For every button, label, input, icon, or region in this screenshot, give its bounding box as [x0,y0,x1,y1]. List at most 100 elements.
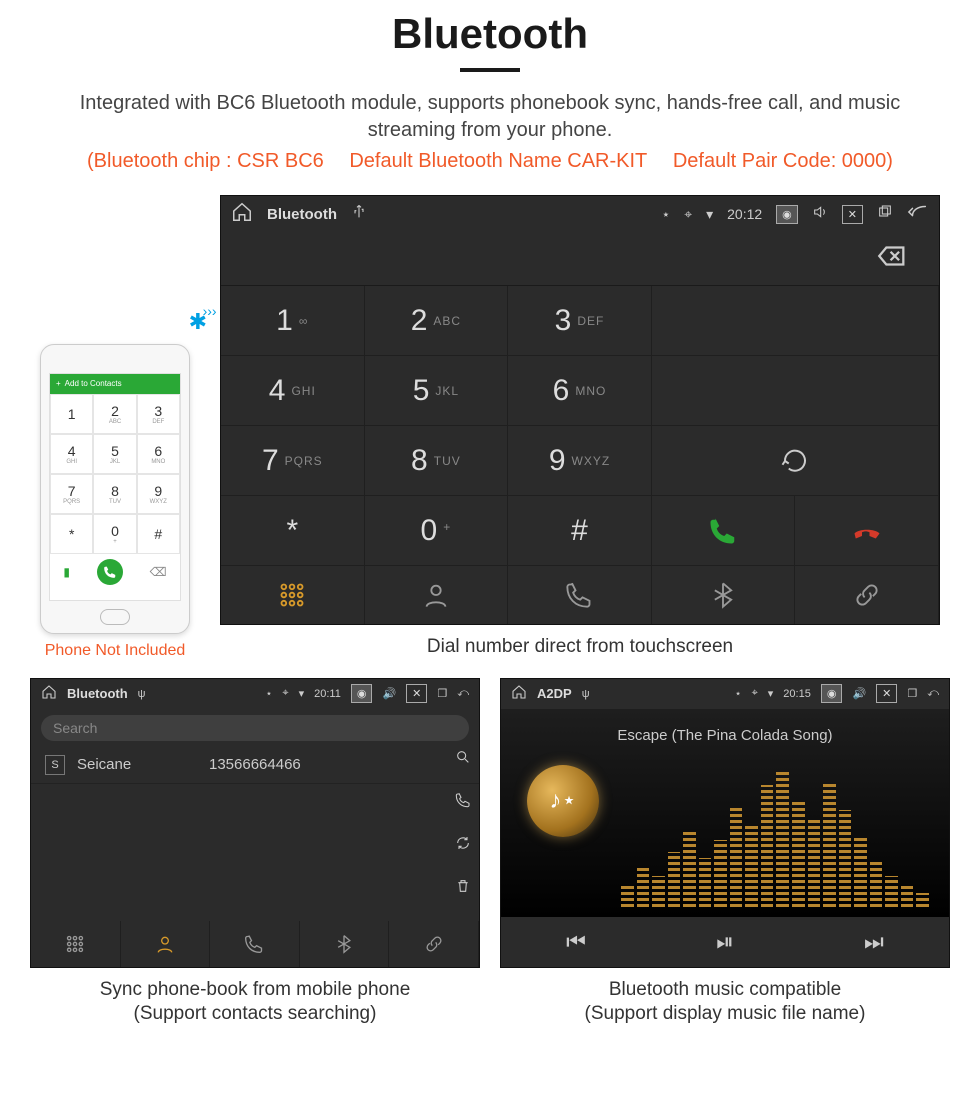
back-icon[interactable]: ⤺ [457,687,469,700]
side-call-icon[interactable] [455,792,471,813]
close-app-icon[interactable]: ✕ [406,684,427,703]
dial-display [221,232,939,286]
back-icon[interactable]: ⤺ [927,687,939,700]
nav-history[interactable] [210,921,300,967]
prev-button[interactable]: ⏮ [566,929,586,955]
spec-name: Default Bluetooth Name CAR-KIT [349,150,647,172]
dialer-statusbar: Bluetooth ⋆ ⌖ ▾ 20:12 ◉ ✕ [221,196,939,232]
nav-pair[interactable] [795,566,939,624]
intro-text: Integrated with BC6 Bluetooth module, su… [0,90,980,144]
phone-key-#[interactable]: # [137,514,180,554]
nav-bluetooth[interactable] [652,566,796,624]
home-icon[interactable] [511,684,527,703]
camera-icon[interactable]: ◉ [776,205,798,224]
bluetooth-decor-icon: ✱››› [189,309,207,335]
close-app-icon[interactable]: ✕ [876,684,897,703]
music-device: A2DP ψ ⋆ ⌖ ▾ 20:15 ◉ 🔊 ✕ ❐ ⤺ Escape (The… [500,678,950,968]
dialer-caption: Dial number direct from touchscreen [220,635,940,660]
camera-icon[interactable]: ◉ [351,684,373,703]
recent-apps-icon[interactable] [877,204,893,224]
phone-home-button [100,609,130,625]
album-art-icon: ♪⋆ [527,765,599,837]
key-star[interactable]: * [221,496,365,566]
key-5[interactable]: 5JKL [365,356,509,426]
phone-key-7[interactable]: 7PQRS [50,474,93,514]
contact-number: 13566664466 [209,756,301,773]
key-empty-2 [652,356,939,426]
play-pause-button[interactable]: ⏯ [716,929,734,955]
dialer-bottom-nav [221,566,939,624]
wifi-icon: ▾ [299,687,305,700]
music-controls: ⏮ ⏯ ⏭ [501,917,949,967]
key-1[interactable]: 1∞ [221,286,365,356]
side-sync-icon[interactable] [455,835,471,856]
phone-key-3[interactable]: 3DEF [137,394,180,434]
spec-pair: Default Pair Code: 0000) [673,150,893,172]
nav-pair[interactable] [389,921,479,967]
phone-key-1[interactable]: 1 [50,394,93,434]
side-delete-icon[interactable] [455,878,471,899]
music-caption: Bluetooth music compatible (Support disp… [500,978,950,1027]
song-title: Escape (The Pina Colada Song) [501,727,949,744]
key-8[interactable]: 8TUV [365,426,509,496]
nav-bluetooth[interactable] [300,921,390,967]
key-hash[interactable]: # [508,496,652,566]
phone-call-button[interactable] [97,559,123,585]
clock-text: 20:11 [314,688,341,700]
close-app-icon[interactable]: ✕ [842,205,863,224]
contact-badge: S [45,755,65,775]
music-title: A2DP [537,686,572,701]
bluetooth-icon: ⋆ [265,687,272,700]
camera-icon[interactable]: ◉ [821,684,843,703]
volume-icon[interactable]: 🔊 [382,687,396,700]
home-icon[interactable] [231,201,253,227]
location-icon: ⌖ [752,687,758,700]
phone-key-4[interactable]: 4GHI [50,434,93,474]
recent-apps-icon[interactable]: ❐ [907,687,917,700]
key-4[interactable]: 4GHI [221,356,365,426]
contact-row[interactable]: S Seicane 13566664466 [31,747,479,784]
phone-key-9[interactable]: 9WXYZ [137,474,180,514]
phone-key-6[interactable]: 6MNO [137,434,180,474]
phone-key-*[interactable]: * [50,514,93,554]
side-search-icon[interactable] [455,749,471,770]
contacts-statusbar: Bluetooth ψ ⋆ ⌖ ▾ 20:11 ◉ 🔊 ✕ ❐ ⤺ [31,679,479,709]
key-call[interactable] [652,496,796,566]
backspace-key[interactable] [875,239,909,278]
usb-icon [351,204,367,224]
key-9[interactable]: 9WXYZ [508,426,652,496]
nav-keypad[interactable] [221,566,365,624]
next-button[interactable]: ⏭ [864,929,884,955]
key-7[interactable]: 7PQRS [221,426,365,496]
home-icon[interactable] [41,684,57,703]
key-0[interactable]: 0+ [365,496,509,566]
contacts-device: Bluetooth ψ ⋆ ⌖ ▾ 20:11 ◉ 🔊 ✕ ❐ ⤺ Search… [30,678,480,968]
back-icon[interactable] [907,201,929,227]
key-redial[interactable] [652,426,939,496]
nav-contacts[interactable] [121,921,211,967]
nav-keypad[interactable] [31,921,121,967]
key-2[interactable]: 2ABC [365,286,509,356]
dialer-title: Bluetooth [267,206,337,223]
wifi-icon: ▾ [706,206,713,223]
key-6[interactable]: 6MNO [508,356,652,426]
contacts-caption: Sync phone-book from mobile phone (Suppo… [30,978,480,1027]
volume-icon[interactable]: 🔊 [852,687,866,700]
key-hangup[interactable] [795,496,939,566]
music-statusbar: A2DP ψ ⋆ ⌖ ▾ 20:15 ◉ 🔊 ✕ ❐ ⤺ [501,679,949,709]
nav-contacts[interactable] [365,566,509,624]
key-3[interactable]: 3DEF [508,286,652,356]
bluetooth-icon: ⋆ [661,206,670,223]
nav-history[interactable] [508,566,652,624]
phone-add-contacts-label: Add to Contacts [65,379,122,388]
phone-backspace-icon[interactable]: ⌫ [150,565,167,579]
phone-key-8[interactable]: 8TUV [93,474,136,514]
phone-key-0[interactable]: 0+ [93,514,136,554]
search-input[interactable]: Search [41,715,469,741]
location-icon: ⌖ [282,687,288,700]
usb-icon: ψ [138,688,146,700]
phone-key-5[interactable]: 5JKL [93,434,136,474]
volume-icon[interactable] [812,204,828,224]
phone-key-2[interactable]: 2ABC [93,394,136,434]
recent-apps-icon[interactable]: ❐ [437,687,447,700]
